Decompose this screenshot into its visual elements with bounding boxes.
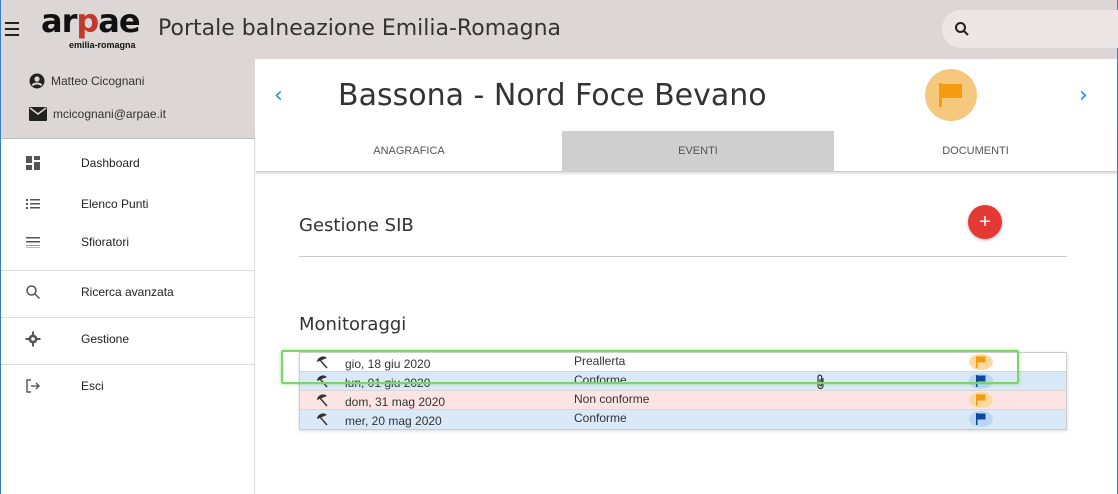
flag-icon bbox=[976, 356, 986, 368]
sfioratori-icon bbox=[26, 237, 40, 248]
search-icon bbox=[26, 285, 41, 300]
user-email-row: mcicognani@arpae.it bbox=[29, 107, 166, 121]
sidebar-divider bbox=[1, 317, 255, 318]
sidebar-item-label: Elenco Punti bbox=[81, 197, 149, 211]
row-date: mer, 20 mag 2020 bbox=[345, 414, 442, 428]
sidebar-divider bbox=[1, 364, 255, 365]
gear-icon bbox=[25, 331, 41, 347]
flag-icon bbox=[976, 375, 986, 387]
sidebar-item-label: Ricerca avanzata bbox=[81, 285, 174, 299]
user-block: Matteo Cicognani mcicognani@arpae.it bbox=[1, 59, 255, 139]
sidebar-item-elenco-punti[interactable]: Elenco Punti bbox=[1, 186, 255, 222]
gestione-sib-title: Gestione SIB bbox=[299, 215, 414, 236]
user-email: mcicognani@arpae.it bbox=[53, 107, 166, 121]
umbrella-icon bbox=[317, 356, 328, 369]
search-button[interactable] bbox=[942, 10, 1118, 48]
app-title: Portale balneazione Emilia-Romagna bbox=[158, 16, 561, 41]
top-bar: arpae emilia-romagna Portale balneazione… bbox=[1, 0, 1118, 59]
logout-icon bbox=[26, 379, 40, 393]
status-flag-badge bbox=[925, 69, 977, 121]
row-status: Preallerta bbox=[574, 354, 626, 368]
flag-icon bbox=[976, 394, 986, 406]
umbrella-icon bbox=[317, 394, 328, 407]
sidebar: Matteo Cicognani mcicognani@arpae.it Das… bbox=[1, 59, 255, 494]
mail-icon bbox=[29, 107, 47, 121]
sidebar-item-dashboard[interactable]: Dashboard bbox=[1, 145, 255, 181]
table-row[interactable]: dom, 31 mag 2020 Non conforme bbox=[300, 391, 1066, 410]
row-status: Conforme bbox=[574, 411, 627, 425]
table-row[interactable]: mer, 20 mag 2020 Conforme bbox=[300, 410, 1066, 429]
umbrella-icon bbox=[317, 375, 328, 388]
search-icon bbox=[955, 22, 969, 36]
row-status: Conforme bbox=[574, 373, 627, 387]
row-date: gio, 18 giu 2020 bbox=[345, 357, 431, 371]
place-title: Bassona - Nord Foce Bevano bbox=[338, 78, 767, 113]
sidebar-item-label: Esci bbox=[81, 379, 104, 393]
monitoraggi-title: Monitoraggi bbox=[299, 314, 407, 335]
sidebar-item-ricerca-avanzata[interactable]: Ricerca avanzata bbox=[1, 274, 255, 310]
table-row[interactable]: lun, 01 giu 2020 Conforme bbox=[300, 372, 1066, 391]
sidebar-item-label: Dashboard bbox=[81, 156, 140, 170]
prev-arrow-icon[interactable]: ‹ bbox=[274, 83, 283, 108]
sidebar-item-sfioratori[interactable]: Sfioratori bbox=[1, 224, 255, 260]
monitoraggi-table: gio, 18 giu 2020 Preallerta lun, 01 giu … bbox=[299, 352, 1067, 430]
list-icon bbox=[26, 199, 40, 209]
sidebar-divider bbox=[1, 270, 255, 271]
sidebar-item-esci[interactable]: Esci bbox=[1, 368, 255, 404]
menu-icon[interactable] bbox=[5, 22, 19, 36]
flag-icon bbox=[939, 83, 962, 107]
sidebar-item-gestione[interactable]: Gestione bbox=[1, 321, 255, 357]
dashboard-icon bbox=[26, 156, 40, 170]
account-icon bbox=[29, 73, 45, 89]
row-flag-badge bbox=[969, 354, 993, 370]
row-status: Non conforme bbox=[574, 392, 650, 406]
table-row[interactable]: gio, 18 giu 2020 Preallerta bbox=[300, 353, 1066, 372]
place-header: ‹ Bassona - Nord Foce Bevano › bbox=[256, 59, 1117, 131]
row-flag-badge bbox=[969, 392, 993, 408]
umbrella-icon bbox=[317, 413, 328, 426]
row-flag-badge bbox=[969, 373, 993, 389]
sidebar-item-label: Sfioratori bbox=[81, 235, 130, 249]
next-arrow-icon[interactable]: › bbox=[1079, 83, 1088, 108]
row-date: lun, 01 giu 2020 bbox=[345, 376, 431, 390]
tab-bar: ANAGRAFICA EVENTI DOCUMENTI bbox=[256, 131, 1117, 172]
paperclip-icon[interactable] bbox=[816, 374, 826, 390]
section-divider bbox=[299, 256, 1067, 257]
tab-eventi[interactable]: EVENTI bbox=[562, 131, 834, 171]
add-button[interactable]: + bbox=[968, 205, 1002, 239]
row-flag-badge bbox=[969, 411, 993, 427]
user-name-row: Matteo Cicognani bbox=[29, 73, 144, 89]
flag-icon bbox=[976, 413, 986, 425]
tab-anagrafica[interactable]: ANAGRAFICA bbox=[256, 131, 562, 171]
arpae-logo: arpae emilia-romagna bbox=[41, 2, 141, 50]
tab-documenti[interactable]: DOCUMENTI bbox=[834, 131, 1117, 171]
main-content: ‹ Bassona - Nord Foce Bevano › ANAGRAFIC… bbox=[256, 59, 1117, 494]
app-window: arpae emilia-romagna Portale balneazione… bbox=[0, 0, 1118, 494]
row-date: dom, 31 mag 2020 bbox=[345, 395, 446, 409]
user-name: Matteo Cicognani bbox=[51, 74, 145, 88]
sidebar-item-label: Gestione bbox=[81, 332, 130, 346]
